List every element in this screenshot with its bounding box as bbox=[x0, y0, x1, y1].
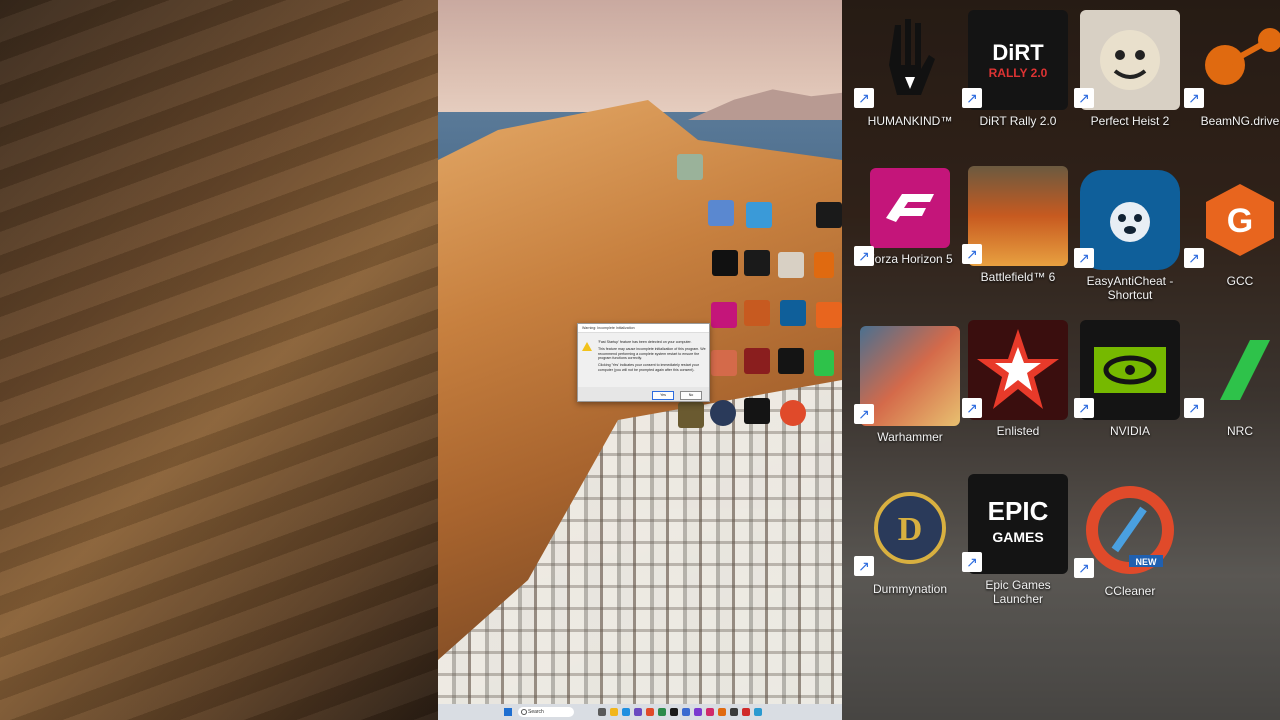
desktop-icon-warhammer[interactable]: ↗ Warhammer bbox=[854, 326, 960, 444]
app-icon-2[interactable] bbox=[658, 708, 666, 716]
desktop-icon-small-eac[interactable] bbox=[780, 300, 806, 326]
desktop-icon-small-ccleaner[interactable] bbox=[780, 400, 806, 426]
warhammer-icon bbox=[860, 326, 960, 426]
taskbar-search-label: Search bbox=[528, 709, 544, 715]
desktop-icon-small-epic-games[interactable] bbox=[744, 398, 770, 424]
desktop-icon-ccleaner[interactable]: NEW ↗ CCleaner bbox=[1074, 480, 1180, 598]
desktop-icon-beamng[interactable]: ↗ BeamNG.drive bbox=[1184, 10, 1280, 128]
app-icon-3[interactable] bbox=[670, 708, 678, 716]
dirt-rally-icon: DiRT RALLY 2.0 bbox=[968, 10, 1068, 110]
nvidia-icon bbox=[1080, 320, 1180, 420]
app-icon-1[interactable] bbox=[646, 708, 654, 716]
desktop-icon-small-beamng[interactable] bbox=[814, 252, 834, 278]
desktop-icon-forza[interactable]: ↗ Forza Horizon 5 bbox=[854, 168, 960, 266]
app-icon-5[interactable] bbox=[694, 708, 702, 716]
desktop-icon-small-gcc[interactable] bbox=[816, 302, 842, 328]
desktop-icon-dummynation[interactable]: D ↗ Dummynation bbox=[854, 478, 960, 596]
desktop-icon-small-ship[interactable] bbox=[746, 202, 772, 228]
desktop-icon-perfect-heist[interactable]: ↗ Perfect Heist 2 bbox=[1074, 10, 1180, 128]
desktop-icon-gcc[interactable]: G ↗ GCC bbox=[1184, 170, 1280, 288]
dialog-message: 'Fast Startup' feature has been detected… bbox=[598, 340, 706, 373]
desktop-icon-small-game[interactable] bbox=[678, 402, 704, 428]
blurred-right-zoom: ↗ HUMANKIND™ DiRT RALLY 2.0 ↗ DiRT Rally … bbox=[842, 0, 1280, 720]
battlefield-icon bbox=[968, 166, 1068, 266]
star-icon bbox=[968, 320, 1068, 420]
app-icon-8[interactable] bbox=[730, 708, 738, 716]
svg-text:D: D bbox=[898, 511, 923, 548]
desktop-icon-enlisted[interactable]: ↗ Enlisted bbox=[962, 320, 1068, 438]
desktop-icon-easyanticheat[interactable]: ↗ EasyAntiCheat - Shortcut bbox=[1074, 170, 1180, 302]
svg-text:NEW: NEW bbox=[1136, 557, 1158, 567]
dummynation-icon: D bbox=[860, 478, 960, 578]
desktop-icon-small-landscape[interactable] bbox=[677, 154, 703, 180]
blurred-left-background bbox=[0, 0, 438, 720]
desktop-icon-small-dirt[interactable] bbox=[744, 250, 770, 276]
eac-icon bbox=[1080, 170, 1180, 270]
taskbar-search[interactable]: Search bbox=[518, 707, 574, 717]
desktop-icon-small-forza[interactable] bbox=[711, 302, 737, 328]
warning-icon bbox=[582, 342, 592, 351]
incomplete-initialization-dialog: Warning: Incomplete Initialization 'Fast… bbox=[577, 323, 710, 402]
desktop-icon-epic-games[interactable]: EPIC GAMES ↗ Epic Games Launcher bbox=[962, 474, 1068, 606]
dialog-title: Warning: Incomplete Initialization bbox=[578, 324, 709, 333]
desktop-icon-small-nvidia[interactable] bbox=[778, 348, 804, 374]
start-button[interactable] bbox=[504, 708, 512, 716]
desktop-icon-nvidia[interactable]: ↗ NVIDIA bbox=[1074, 320, 1180, 438]
desktop-icon-small-perfect-heist[interactable] bbox=[778, 252, 804, 278]
app-icon-9[interactable] bbox=[742, 708, 750, 716]
dialog-button-row: Yes No bbox=[578, 387, 709, 401]
desktop-icon-small-warhammer[interactable] bbox=[711, 350, 737, 376]
desktop-icon-battlefield[interactable]: ↗ Battlefield™ 6 bbox=[962, 166, 1068, 284]
desktop-icon-small-dummynation[interactable] bbox=[710, 400, 736, 426]
screen: ↗ HUMANKIND™ DiRT RALLY 2.0 ↗ DiRT Rally … bbox=[0, 0, 1280, 720]
desktop-icon-small-humankind[interactable] bbox=[712, 250, 738, 276]
yes-button[interactable]: Yes bbox=[652, 391, 674, 400]
hand-icon bbox=[860, 10, 960, 110]
desktop-icon-small-anime[interactable] bbox=[708, 200, 734, 226]
app-icon-10[interactable] bbox=[754, 708, 762, 716]
desktop-icon-dirt-rally[interactable]: DiRT RALLY 2.0 ↗ DiRT Rally 2.0 bbox=[962, 10, 1068, 128]
epic-games-icon: EPIC GAMES bbox=[968, 474, 1068, 574]
app-icon-4[interactable] bbox=[682, 708, 690, 716]
desktop-icon-small-generic[interactable] bbox=[816, 202, 842, 228]
app-icon-6[interactable] bbox=[706, 708, 714, 716]
face-icon bbox=[1080, 10, 1180, 110]
file-explorer-icon[interactable] bbox=[610, 708, 618, 716]
desktop-icon-nrc[interactable]: ↗ NRC bbox=[1184, 320, 1280, 438]
forza-icon bbox=[870, 168, 950, 248]
desktop-icon-humankind[interactable]: ↗ HUMANKIND™ bbox=[854, 10, 960, 128]
ccleaner-icon: NEW bbox=[1080, 480, 1180, 580]
search-icon bbox=[521, 709, 527, 715]
desktop-icon-small-enlisted[interactable] bbox=[744, 348, 770, 374]
desktop-icon-small-nrc[interactable] bbox=[814, 350, 834, 376]
no-button[interactable]: No bbox=[680, 391, 702, 400]
svg-text:G: G bbox=[1227, 202, 1253, 240]
app-icon-7[interactable] bbox=[718, 708, 726, 716]
task-view-icon[interactable] bbox=[598, 708, 606, 716]
teams-icon[interactable] bbox=[634, 708, 642, 716]
edge-icon[interactable] bbox=[622, 708, 630, 716]
dialog-message-line2: This feature may cause incomplete initia… bbox=[598, 346, 706, 361]
desktop-icon-small-battlefield[interactable] bbox=[744, 300, 770, 326]
dialog-message-line1: 'Fast Startup' feature has been detected… bbox=[598, 340, 692, 344]
taskbar: Search bbox=[438, 704, 842, 720]
dialog-message-line3: Clicking 'Yes' indicates your consent to… bbox=[598, 363, 699, 372]
